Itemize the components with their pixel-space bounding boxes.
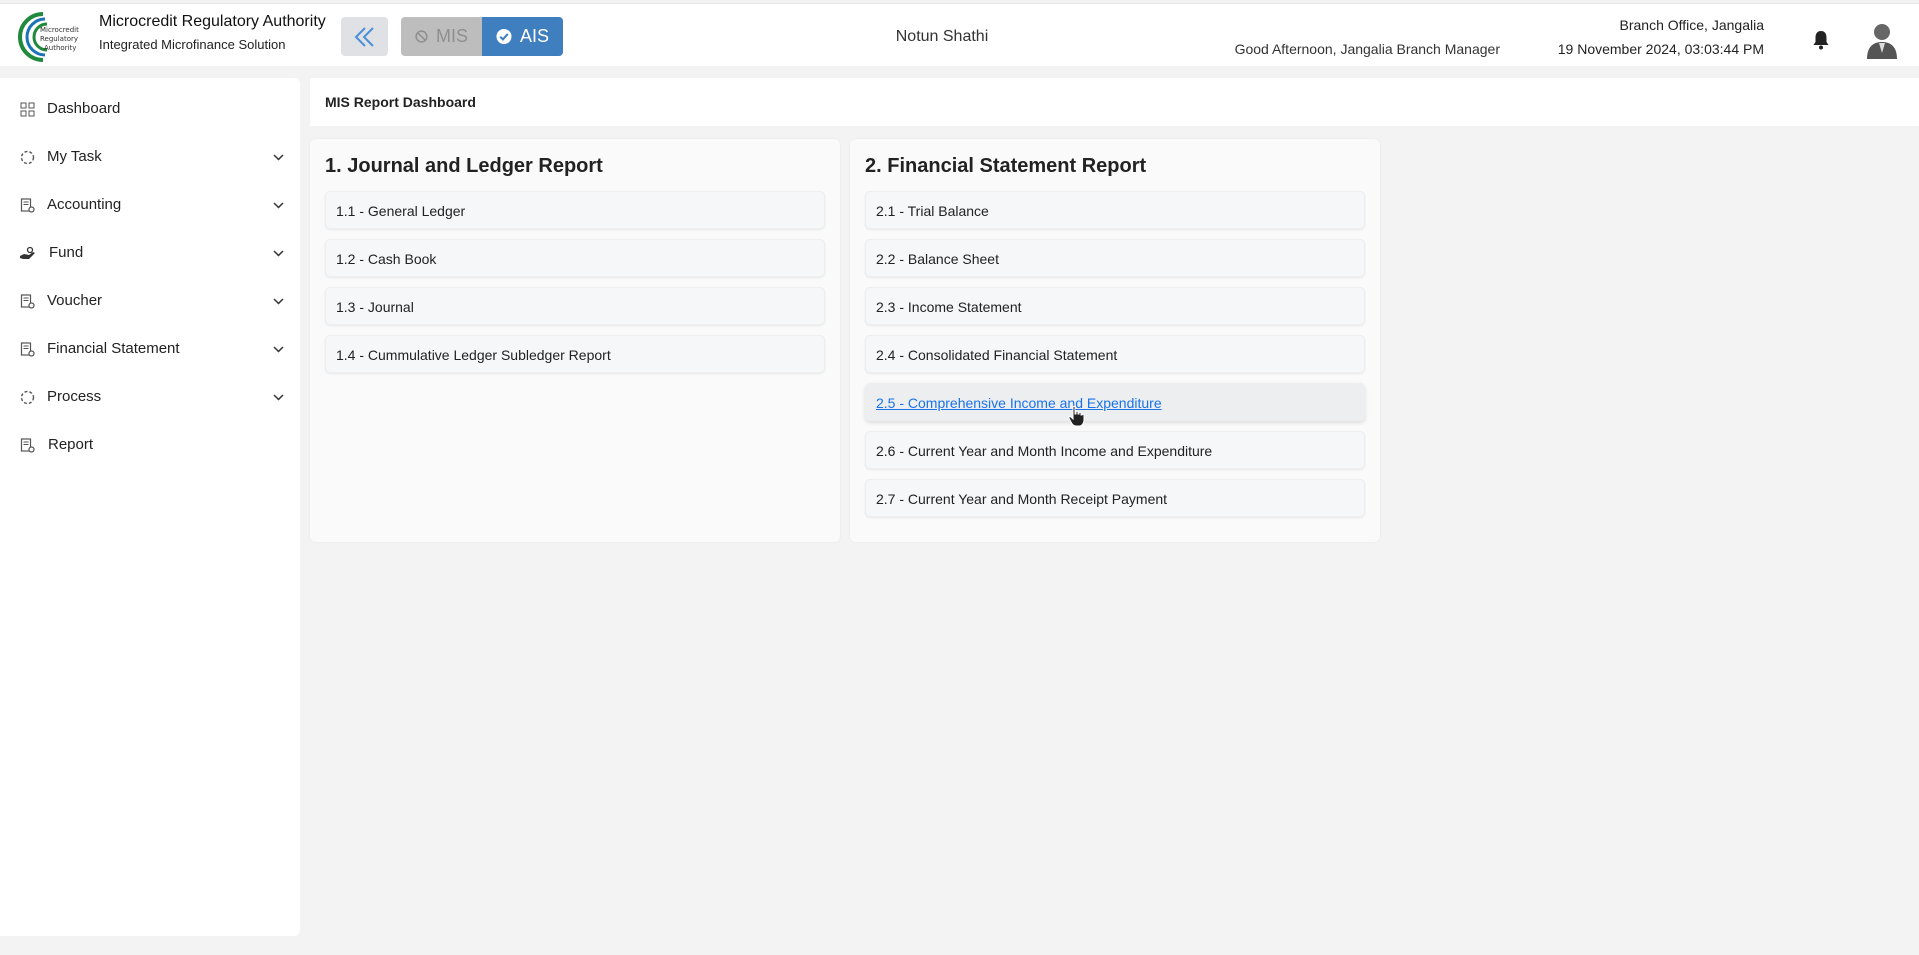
report-link-label: 2.6 - Current Year and Month Income and … (876, 443, 1213, 459)
report-link-comprehensive-income-expenditure[interactable]: 2.5 - Comprehensive Income and Expenditu… (865, 383, 1365, 421)
financial-statement-report-card: 2. Financial Statement Report 2.1 - Tria… (850, 139, 1380, 542)
report-link-label: 2.3 - Income Statement (876, 299, 1022, 315)
app-name: Notun Shathi (895, 28, 989, 45)
current-datetime: 19 November 2024, 03:03:44 PM (1557, 41, 1764, 57)
chevron-down-icon (273, 154, 284, 161)
chevron-down-icon (273, 346, 284, 353)
grid-icon (19, 101, 36, 118)
report-link-income-statement[interactable]: 2.3 - Income Statement (865, 287, 1365, 325)
chevron-down-icon (273, 250, 284, 257)
sidebar-item-my-task[interactable]: My Task (0, 137, 300, 177)
report-link-journal[interactable]: 1.3 - Journal (325, 287, 825, 325)
sidebar-item-label: My Task (47, 148, 102, 165)
report-link-label: 2.5 - Comprehensive Income and Expenditu… (876, 395, 1162, 411)
report-link-trial-balance[interactable]: 2.1 - Trial Balance (865, 191, 1365, 229)
report-link-consolidated-financial-statement[interactable]: 2.4 - Consolidated Financial Statement (865, 335, 1365, 373)
report-link-label: 1.4 - Cummulative Ledger Subledger Repor… (336, 347, 611, 363)
sidebar-item-accounting[interactable]: Accounting (0, 185, 300, 225)
report-link-label: 2.2 - Balance Sheet (876, 251, 999, 267)
check-circle-icon (496, 28, 512, 45)
section-title: 1. Journal and Ledger Report (325, 155, 603, 177)
hand-money-icon (19, 245, 36, 262)
sidebar-collapse-button[interactable] (341, 17, 388, 56)
ban-icon (415, 30, 428, 43)
notification-bell-icon[interactable] (1809, 28, 1833, 52)
sidebar: Dashboard My Task Accounting Fund Vouche… (0, 78, 300, 936)
sidebar-item-report[interactable]: Report (0, 425, 300, 465)
report-link-cumulative-ledger-subledger[interactable]: 1.4 - Cummulative Ledger Subledger Repor… (325, 335, 825, 373)
logo-text-2: Regulatory (40, 35, 78, 43)
mra-logo: Microcredit Regulatory Authority (16, 10, 90, 64)
system-toggle: MIS AIS (401, 17, 563, 56)
sidebar-item-process[interactable]: Process (0, 377, 300, 417)
report-link-current-year-month-income-expenditure[interactable]: 2.6 - Current Year and Month Income and … (865, 431, 1365, 469)
dashed-circle-icon (19, 389, 36, 406)
report-link-label: 2.1 - Trial Balance (876, 203, 989, 219)
ais-toggle-button[interactable]: AIS (482, 17, 563, 56)
document-gear-icon (19, 341, 36, 358)
sidebar-item-voucher[interactable]: Voucher (0, 281, 300, 321)
sidebar-item-label: Dashboard (47, 100, 121, 117)
user-avatar-icon[interactable] (1862, 19, 1902, 59)
ais-label: AIS (519, 26, 549, 46)
report-link-label: 1.2 - Cash Book (336, 251, 437, 267)
report-link-label: 1.1 - General Ledger (336, 203, 466, 219)
mis-toggle-button[interactable]: MIS (401, 17, 482, 56)
org-name: Microcredit Regulatory Authority (99, 13, 326, 30)
sidebar-item-financial-statement[interactable]: Financial Statement (0, 329, 300, 369)
breadcrumb: MIS Report Dashboard (325, 94, 476, 110)
document-gear-icon (19, 197, 36, 214)
sidebar-item-fund[interactable]: Fund (0, 233, 300, 273)
report-link-general-ledger[interactable]: 1.1 - General Ledger (325, 191, 825, 229)
report-link-current-year-month-receipt-payment[interactable]: 2.7 - Current Year and Month Receipt Pay… (865, 479, 1365, 517)
sidebar-item-label: Voucher (47, 292, 103, 309)
breadcrumb-bar: MIS Report Dashboard (310, 78, 1919, 126)
document-gear-icon (19, 437, 36, 454)
branch-name: Branch Office, Jangalia (1619, 17, 1765, 33)
chevron-down-icon (273, 202, 284, 209)
report-link-label: 2.7 - Current Year and Month Receipt Pay… (876, 491, 1168, 507)
document-gear-icon (19, 293, 36, 310)
logo-text-3: Authority (44, 44, 76, 52)
sidebar-item-label: Fund (49, 244, 84, 261)
sidebar-item-label: Accounting (47, 196, 122, 213)
dashed-circle-icon (19, 149, 36, 166)
sidebar-item-dashboard[interactable]: Dashboard (0, 89, 300, 129)
journal-ledger-report-card: 1. Journal and Ledger Report 1.1 - Gener… (310, 139, 840, 542)
report-link-label: 1.3 - Journal (336, 299, 414, 315)
sidebar-item-label: Process (47, 388, 102, 405)
mis-label: MIS (435, 26, 468, 46)
report-link-balance-sheet[interactable]: 2.2 - Balance Sheet (865, 239, 1365, 277)
logo-text-1: Microcredit (40, 26, 79, 34)
sidebar-item-label: Report (48, 436, 94, 453)
top-header: Microcredit Regulatory Authority Microcr… (0, 3, 1919, 66)
chevron-down-icon (273, 394, 284, 401)
org-subtitle: Integrated Microfinance Solution (99, 37, 286, 52)
sidebar-item-label: Financial Statement (47, 340, 180, 357)
section-title: 2. Financial Statement Report (865, 155, 1147, 177)
report-link-cash-book[interactable]: 1.2 - Cash Book (325, 239, 825, 277)
report-link-label: 2.4 - Consolidated Financial Statement (876, 347, 1118, 363)
chevron-down-icon (273, 298, 284, 305)
double-chevron-left-icon (354, 26, 374, 47)
user-greeting: Good Afternoon, Jangalia Branch Manager (1234, 41, 1500, 57)
